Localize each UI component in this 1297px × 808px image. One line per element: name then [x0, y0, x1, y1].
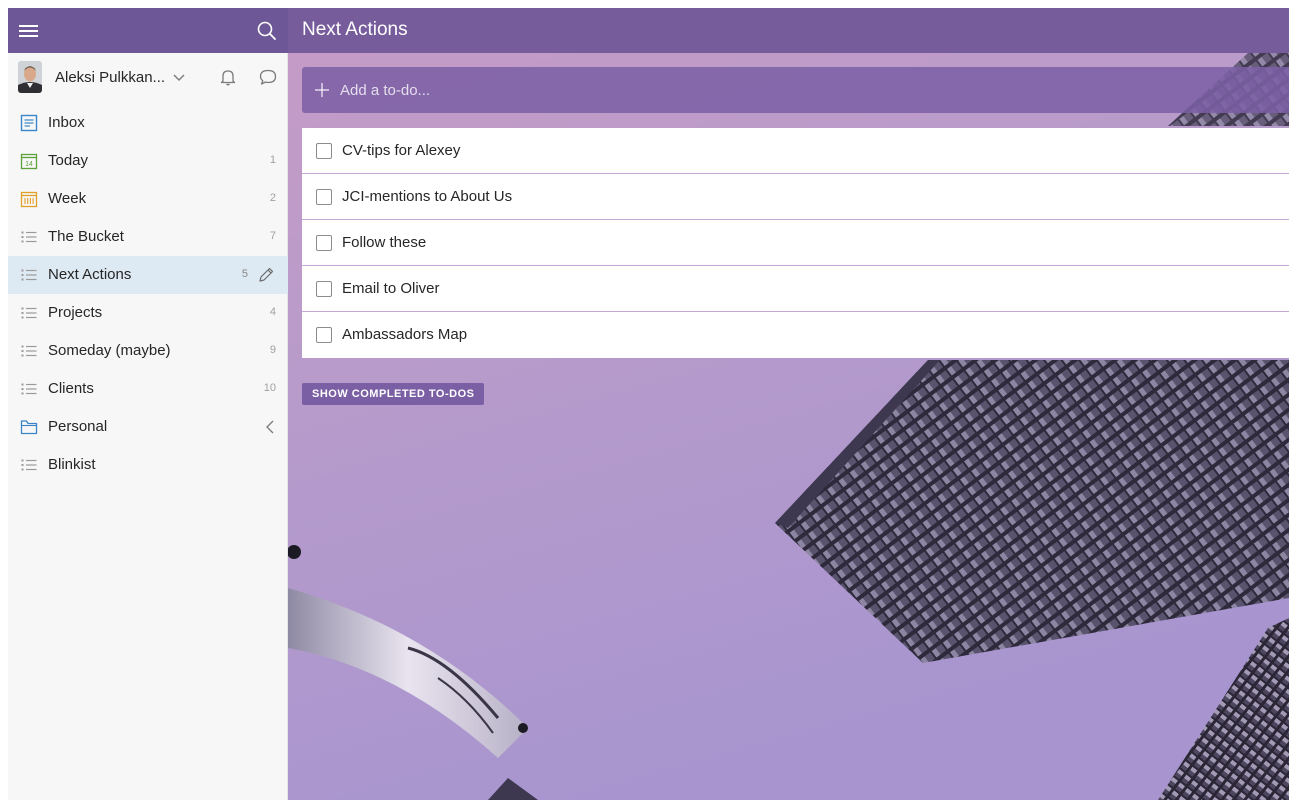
sidebar-item-label: Inbox	[48, 114, 85, 131]
sidebar-item-count: 1	[269, 154, 276, 166]
todo-checkbox[interactable]	[316, 235, 332, 251]
sidebar-item-personal[interactable]: Personal	[8, 408, 288, 446]
list-header: Next Actions	[288, 8, 1289, 53]
app-window: Aleksi Pulkkan... Inbox 14 Today 1 Week …	[8, 8, 1289, 800]
todo-checkbox[interactable]	[316, 189, 332, 205]
chevron-down-icon[interactable]	[172, 71, 186, 85]
sidebar-item-label: Next Actions	[48, 266, 132, 283]
add-todo-bar[interactable]	[302, 67, 1289, 113]
calendar-today-icon: 14	[20, 152, 38, 170]
plus-icon	[314, 82, 330, 98]
sidebar-item-count: 7	[269, 230, 276, 242]
todo-item[interactable]: JCI-mentions to About Us	[302, 174, 1289, 220]
sidebar-item-someday-maybe[interactable]: Someday (maybe) 9	[8, 332, 288, 370]
list-icon	[20, 380, 38, 398]
user-account-row: Aleksi Pulkkan...	[8, 53, 288, 103]
sidebar-item-clients[interactable]: Clients 10	[8, 370, 288, 408]
todo-checkbox[interactable]	[316, 327, 332, 343]
sidebar-header	[8, 8, 288, 53]
sidebar-item-week[interactable]: Week 2	[8, 180, 288, 218]
show-completed-button[interactable]: SHOW COMPLETED TO-DOS	[302, 383, 485, 405]
todo-title: JCI-mentions to About Us	[342, 188, 513, 205]
sidebar-item-inbox[interactable]: Inbox	[8, 104, 288, 142]
sidebar-item-label: Week	[48, 190, 87, 207]
bell-icon[interactable]	[218, 67, 238, 87]
inbox-icon	[20, 114, 38, 132]
sidebar-item-label: Projects	[48, 304, 103, 321]
sidebar-item-count: 4	[269, 306, 276, 318]
todo-title: Email to Oliver	[342, 280, 440, 297]
user-name[interactable]: Aleksi Pulkkan...	[55, 69, 165, 86]
sidebar-item-today[interactable]: 14 Today 1	[8, 142, 288, 180]
folder-icon	[20, 418, 38, 436]
pencil-edit-icon[interactable]	[257, 266, 275, 284]
sidebar-item-label: Personal	[48, 418, 108, 435]
todo-checkbox[interactable]	[316, 281, 332, 297]
calendar-week-icon	[20, 190, 38, 208]
todo-checkbox[interactable]	[316, 143, 332, 159]
todo-item[interactable]: Email to Oliver	[302, 266, 1289, 312]
todo-item[interactable]: Ambassadors Map	[302, 312, 1289, 358]
todo-item[interactable]: CV-tips for Alexey	[302, 128, 1289, 174]
todo-title: CV-tips for Alexey	[342, 142, 461, 159]
sidebar-item-the-bucket[interactable]: The Bucket 7	[8, 218, 288, 256]
sidebar-item-next-actions[interactable]: Next Actions 5	[8, 256, 288, 294]
todo-title: Ambassadors Map	[342, 326, 468, 343]
sidebar-item-label: The Bucket	[48, 228, 124, 245]
svg-text:14: 14	[25, 161, 33, 168]
avatar[interactable]	[18, 61, 42, 93]
todo-title: Follow these	[342, 234, 427, 251]
list-icon	[20, 304, 38, 322]
list-icon	[20, 266, 38, 284]
todo-list: CV-tips for Alexey JCI-mentions to About…	[302, 128, 1289, 358]
sidebar-item-count: 10	[263, 382, 276, 394]
search-icon[interactable]	[256, 20, 278, 42]
sidebar-item-blinkist[interactable]: Blinkist	[8, 446, 288, 484]
sidebar-item-label: Clients	[48, 380, 94, 397]
hamburger-menu-icon[interactable]	[18, 20, 40, 42]
sidebar-item-label: Today	[48, 152, 89, 169]
main-panel: Next Actions CV-tips for Alexey JCI-ment…	[288, 8, 1289, 800]
comments-icon[interactable]	[258, 67, 278, 87]
page-title[interactable]: Next Actions	[302, 19, 408, 41]
add-todo-input[interactable]	[340, 67, 1240, 113]
sidebar-item-label: Blinkist	[48, 456, 96, 473]
list-icon	[20, 228, 38, 246]
sidebar-item-count: 2	[269, 192, 276, 204]
list-icon	[20, 456, 38, 474]
list-icon	[20, 342, 38, 360]
todo-item[interactable]: Follow these	[302, 220, 1289, 266]
sidebar-item-count: 5	[241, 268, 248, 280]
sidebar-item-count: 9	[269, 344, 276, 356]
sidebar-item-label: Someday (maybe)	[48, 342, 171, 359]
sidebar: Aleksi Pulkkan... Inbox 14 Today 1 Week …	[8, 8, 288, 800]
chevron-left-icon[interactable]	[264, 419, 276, 435]
sidebar-item-projects[interactable]: Projects 4	[8, 294, 288, 332]
